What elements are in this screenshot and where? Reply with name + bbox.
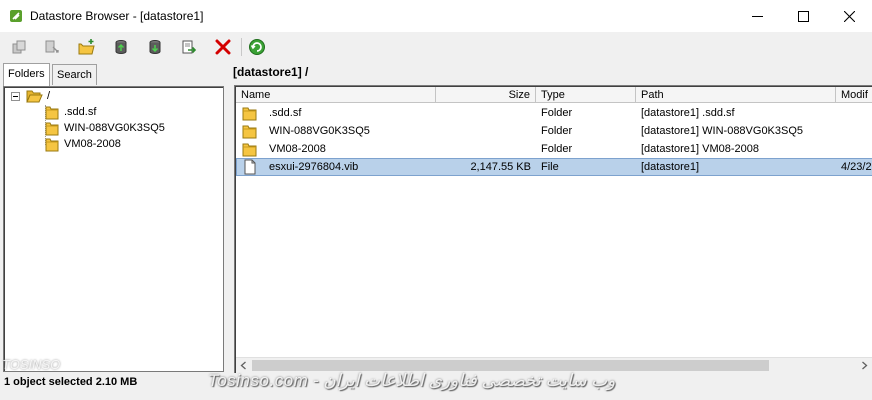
maximize-icon	[797, 10, 809, 22]
folder-icon	[242, 125, 257, 139]
move-icon	[182, 40, 197, 54]
close-icon	[843, 10, 855, 22]
folder-icon	[45, 122, 59, 135]
scroll-right-button[interactable]	[857, 358, 872, 373]
tree-item-win-088vg0k3sq5[interactable]: WIN-088VG0K3SQ5	[45, 120, 165, 136]
tree-collapse-toggle[interactable]	[11, 92, 20, 101]
tab-search[interactable]: Search	[52, 64, 97, 85]
title-bar[interactable]: Datastore Browser - [datastore1]	[0, 0, 872, 32]
maximize-button[interactable]	[780, 0, 826, 32]
left-tabs: Folders Search	[2, 63, 227, 86]
upload-icon	[12, 40, 26, 54]
table-row-selected[interactable]: esxui-2976804.vib 2,147.55 KB File [data…	[236, 158, 872, 176]
cell-modified	[841, 104, 872, 122]
table-row[interactable]: VM08-2008 Folder [datastore1] VM08-2008	[236, 140, 872, 158]
table-row[interactable]: .sdd.sf Folder [datastore1] .sdd.sf	[236, 104, 872, 122]
cell-size	[436, 122, 531, 140]
upload-button[interactable]	[8, 36, 30, 58]
tree-item-label: /	[47, 90, 51, 102]
minimize-icon	[751, 15, 763, 17]
table-row[interactable]: WIN-088VG0K3SQ5 Folder [datastore1] WIN-…	[236, 122, 872, 140]
file-list[interactable]: Name Size Type Path Modif .sdd.sf Folder…	[234, 85, 872, 375]
column-header-path[interactable]: Path	[636, 87, 836, 103]
datastore-browser-icon	[10, 10, 22, 22]
cell-modified	[841, 140, 872, 158]
pane-splitter[interactable]	[225, 64, 231, 372]
cell-name: esxui-2976804.vib	[269, 161, 359, 173]
scrollbar-thumb[interactable]	[252, 360, 769, 371]
datastore-download-icon	[149, 40, 161, 54]
tree-item-label: VM08-2008	[64, 138, 121, 150]
cell-name: WIN-088VG0K3SQ5	[269, 125, 370, 137]
folder-icon	[242, 143, 257, 157]
cell-size: 2,147.55 KB	[470, 161, 531, 173]
cell-type: Folder	[541, 125, 573, 137]
minimize-button[interactable]	[734, 0, 780, 32]
close-button[interactable]	[826, 0, 872, 32]
watermark-logo-text: TOSINSO	[2, 357, 61, 372]
cell-type: Folder	[541, 143, 573, 155]
folder-tree[interactable]: / .sdd.sf WIN-088VG0K3SQ5 VM08-2008	[3, 86, 224, 372]
datastore-download-button[interactable]	[144, 36, 166, 58]
cell-path: [datastore1] .sdd.sf	[641, 107, 735, 119]
cell-modified	[841, 122, 872, 140]
column-header-modified[interactable]: Modif	[836, 87, 872, 103]
column-header-type[interactable]: Type	[536, 87, 636, 103]
tree-item-label: .sdd.sf	[64, 106, 97, 118]
chevron-left-icon	[240, 361, 246, 370]
cell-size	[436, 140, 531, 158]
tab-folders[interactable]: Folders	[3, 63, 50, 86]
open-folder-icon	[26, 90, 43, 102]
datastore-upload-button[interactable]	[110, 36, 132, 58]
tree-item-vm08-2008[interactable]: VM08-2008	[45, 136, 121, 152]
folder-icon	[45, 138, 59, 151]
tree-item-label: WIN-088VG0K3SQ5	[64, 122, 165, 134]
refresh-button[interactable]	[246, 36, 268, 58]
toolbar	[0, 32, 872, 62]
refresh-icon	[249, 39, 265, 55]
download-icon	[45, 40, 59, 53]
column-header-name[interactable]: Name	[236, 87, 436, 103]
tree-item-root[interactable]: /	[26, 88, 50, 104]
status-text: 1 object selected 2.10 MB	[4, 376, 138, 388]
cell-name: .sdd.sf	[269, 107, 302, 119]
chevron-right-icon	[862, 361, 868, 370]
download-button[interactable]	[41, 36, 63, 58]
cell-path: [datastore1]	[641, 161, 700, 173]
file-icon	[244, 159, 256, 175]
new-folder-button[interactable]	[76, 36, 98, 58]
delete-icon	[215, 39, 231, 55]
tree-item-sdd-sf[interactable]: .sdd.sf	[45, 104, 96, 120]
cell-type: File	[541, 161, 559, 173]
folder-icon	[45, 106, 59, 119]
cell-type: Folder	[541, 107, 573, 119]
move-button[interactable]	[178, 36, 200, 58]
datastore-upload-icon	[115, 40, 127, 54]
window-title: Datastore Browser - [datastore1]	[30, 9, 204, 23]
current-path: [datastore1] /	[233, 65, 309, 79]
cell-modified: 4/23/2	[841, 161, 872, 173]
watermark-text: وب سایت تخصصی فناوری اطلاعات ایران - Tos…	[208, 371, 616, 390]
toolbar-separator	[241, 38, 242, 56]
new-folder-icon	[78, 39, 95, 55]
cell-name: VM08-2008	[269, 143, 326, 155]
cell-path: [datastore1] VM08-2008	[641, 143, 760, 155]
cell-path: [datastore1] WIN-088VG0K3SQ5	[641, 125, 804, 137]
delete-button[interactable]	[212, 36, 234, 58]
cell-size	[436, 104, 531, 122]
folder-icon	[242, 107, 257, 121]
column-header-size[interactable]: Size	[436, 87, 536, 103]
